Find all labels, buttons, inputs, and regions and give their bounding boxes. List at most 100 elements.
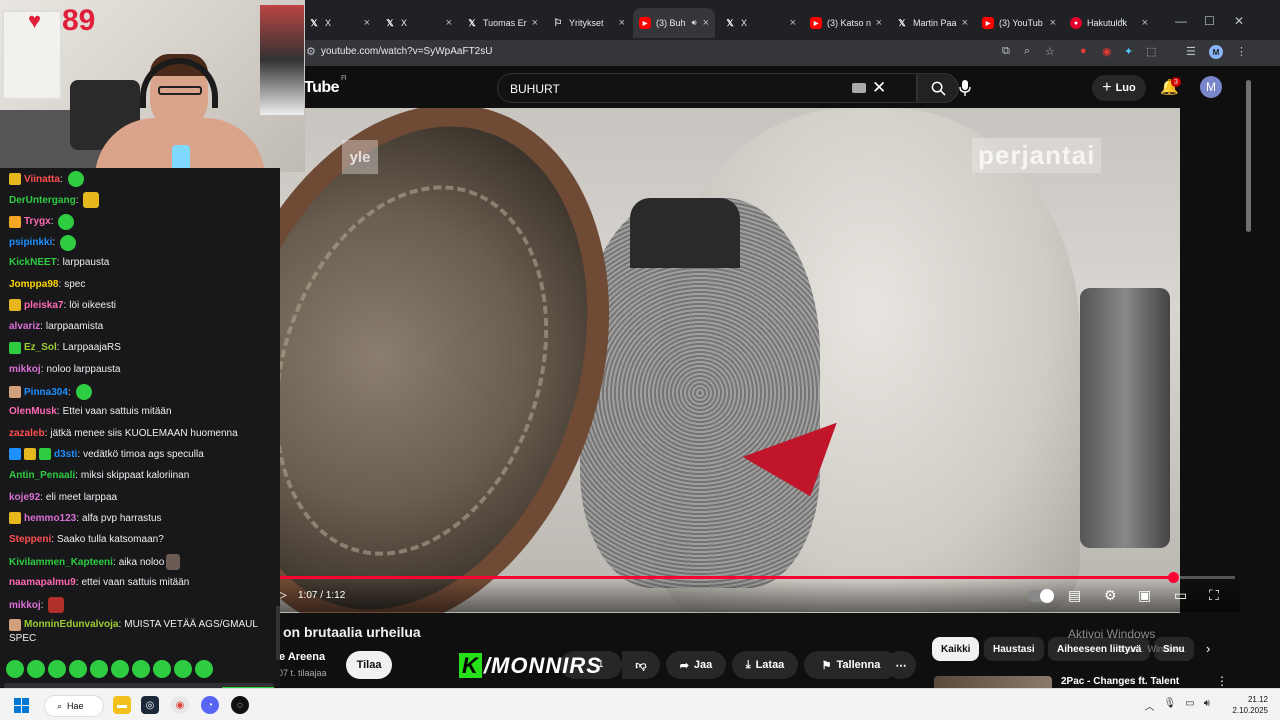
close-tab-icon[interactable]: × — [446, 17, 452, 29]
settings-gear-icon[interactable]: ⚙ — [1104, 587, 1117, 604]
profile-avatar[interactable]: M — [1209, 45, 1223, 59]
create-button[interactable]: + Luo — [1092, 75, 1146, 101]
chat-username[interactable]: Viinatta — [24, 173, 60, 186]
zoom-icon[interactable]: ⌕ — [1024, 45, 1030, 58]
emote-icon[interactable] — [69, 660, 87, 678]
chat-username[interactable]: Steppeni — [9, 533, 51, 546]
extension-red-icon[interactable]: ● — [1080, 45, 1087, 57]
save-button[interactable]: ⚑ Tallenna — [804, 651, 898, 679]
chat-username[interactable]: Trygx — [24, 215, 51, 228]
more-actions-button[interactable]: ⋯ — [886, 651, 916, 679]
emote-icon[interactable] — [48, 660, 66, 678]
chips-next-chevron-icon[interactable]: › — [1206, 641, 1210, 656]
chat-username[interactable]: MonninEdunvalvoja — [24, 618, 118, 631]
chat-username[interactable]: d3sti — [54, 448, 77, 461]
discord-icon[interactable]: ◔ — [201, 696, 219, 714]
chat-username[interactable]: mikkoj — [9, 599, 41, 612]
browser-tab[interactable]: 𝕏 X × — [718, 9, 802, 37]
browser-tab[interactable]: ▶ (3) YouTub × — [976, 9, 1062, 37]
taskbar-clock[interactable]: 21.12 2.10.2025 — [1232, 694, 1268, 716]
extension-record-icon[interactable]: ◉ — [1102, 45, 1112, 58]
chip-search[interactable]: Haustasi — [984, 637, 1044, 661]
emote-icon[interactable] — [6, 660, 24, 678]
tab-search-icon[interactable]: ☰ — [1186, 45, 1196, 58]
extensions-puzzle-icon[interactable]: ⬚ — [1146, 45, 1156, 58]
fullscreen-icon[interactable]: ⛶ — [1209, 587, 1219, 604]
chat-username[interactable]: DerUntergang — [9, 194, 76, 207]
chat-emote-bar[interactable] — [6, 660, 213, 678]
recommended-title[interactable]: 2Pac - Changes ft. Talent — [1061, 676, 1179, 687]
tray-chevron-icon[interactable]: ︿ — [1145, 698, 1155, 713]
close-tab-icon[interactable]: × — [703, 17, 709, 29]
chat-username[interactable]: alvariz — [9, 320, 40, 333]
close-window-button[interactable]: ✕ — [1234, 14, 1244, 28]
close-tab-icon[interactable]: × — [532, 17, 538, 29]
search-input[interactable]: BUHURT — [510, 82, 560, 96]
close-tab-icon[interactable]: × — [962, 17, 968, 29]
chat-username[interactable]: hemmo123 — [24, 512, 76, 525]
chip-all[interactable]: Kaikki — [932, 637, 980, 661]
close-tab-icon[interactable]: × — [619, 17, 625, 29]
close-tab-icon[interactable]: × — [790, 17, 796, 29]
emote-icon[interactable] — [153, 660, 171, 678]
chat-username[interactable]: Jomppa98 — [9, 278, 58, 291]
close-tab-icon[interactable]: × — [876, 17, 882, 29]
microphone-tray-icon[interactable]: 🎙︎ — [1164, 698, 1177, 713]
chat-username[interactable]: Kivilammen_Kapteeni — [9, 556, 113, 569]
browser-tab[interactable]: 𝕏 Martin Paa × — [890, 9, 974, 37]
chat-username[interactable]: mikkoj — [9, 363, 41, 376]
chat-username[interactable]: Pinna304 — [24, 386, 68, 399]
chat-username[interactable]: zazaleb — [9, 427, 45, 440]
subscribe-button[interactable]: Tilaa — [346, 651, 392, 679]
chat-username[interactable]: psipinkki — [9, 236, 52, 249]
subtitles-icon[interactable]: ▤ — [1068, 587, 1081, 604]
minimize-window-button[interactable]: — — [1175, 14, 1187, 28]
browser-tab[interactable]: ● Hakutulok × — [1064, 9, 1154, 37]
close-tab-icon[interactable]: × — [1142, 17, 1148, 29]
browser-tab[interactable]: 𝕏 Tuomas Er × — [460, 9, 544, 37]
keyboard-icon[interactable] — [852, 83, 866, 93]
account-avatar[interactable]: M — [1200, 76, 1222, 98]
volume-icon[interactable]: 🔊︎ — [1204, 698, 1210, 713]
install-app-icon[interactable]: ⧉ — [1002, 45, 1010, 58]
channel-name[interactable]: le Areena — [276, 651, 325, 663]
miniplayer-icon[interactable]: ▣ — [1138, 587, 1151, 604]
browser-tab[interactable]: 𝕏 X × — [378, 9, 458, 37]
recommended-more-icon[interactable]: ⋮ — [1216, 674, 1228, 688]
theater-mode-icon[interactable]: ▭ — [1174, 587, 1187, 604]
chat-username[interactable]: Antin_Penaali — [9, 469, 75, 482]
extension-blue-icon[interactable]: ✦ — [1124, 45, 1133, 58]
bookmark-star-icon[interactable]: ☆ — [1045, 45, 1055, 58]
chat-username[interactable]: naamapalmu9 — [9, 576, 76, 589]
video-player[interactable]: yle perjantai yle — [280, 108, 1180, 613]
close-tab-icon[interactable]: × — [1050, 17, 1056, 29]
steam-icon[interactable]: ◎ — [141, 696, 159, 714]
chat-username[interactable]: OlenMusk — [9, 405, 57, 418]
chat-username[interactable]: KickNEET — [9, 256, 57, 269]
video-progress-bar[interactable] — [280, 572, 1235, 583]
share-button[interactable]: ➦ Jaa — [666, 651, 726, 679]
download-button[interactable]: ⤓ Lataa — [732, 651, 798, 679]
emote-icon[interactable] — [195, 660, 213, 678]
start-button[interactable] — [14, 698, 29, 713]
autoplay-toggle[interactable] — [1028, 589, 1054, 603]
close-tab-icon[interactable]: × — [364, 17, 370, 29]
chat-username[interactable]: Ez_Sol — [24, 341, 57, 354]
chat-username[interactable]: pleiska7 — [24, 299, 63, 312]
browser-menu-icon[interactable]: ⋮ — [1236, 45, 1247, 58]
voice-search-button[interactable] — [950, 73, 980, 103]
browser-tab[interactable]: ⚐ Yritykset × — [546, 9, 631, 37]
page-scrollbar[interactable] — [1246, 80, 1251, 232]
dislike-button[interactable]: 👎︎ — [622, 651, 660, 679]
site-info-icon[interactable]: ⚙ — [306, 45, 316, 58]
emote-icon[interactable] — [27, 660, 45, 678]
emote-icon[interactable] — [90, 660, 108, 678]
chrome-icon[interactable]: ◉ — [171, 696, 189, 714]
clear-search-icon[interactable]: ✕ — [872, 78, 886, 98]
browser-tab[interactable]: ▶ (3) Buh 🔊︎ × — [633, 8, 715, 38]
browser-tab[interactable]: 𝕏 X × — [302, 9, 376, 37]
emote-icon[interactable] — [111, 660, 129, 678]
search-box[interactable]: BUHURT ✕ — [497, 73, 917, 103]
obs-icon[interactable]: ◌ — [231, 696, 249, 714]
youtube-logo[interactable]: TubeFI — [304, 75, 347, 97]
